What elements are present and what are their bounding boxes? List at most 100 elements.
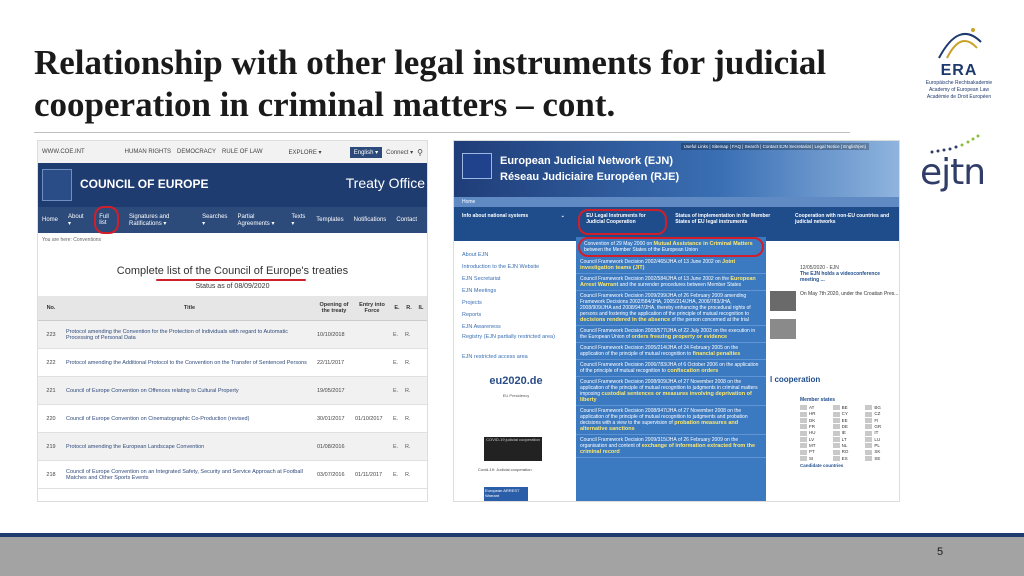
- member-flag[interactable]: PL: [865, 443, 898, 448]
- coe-nav-notifications[interactable]: Notifications: [354, 217, 387, 223]
- member-flag[interactable]: ES: [833, 456, 866, 461]
- member-flag[interactable]: GR: [865, 424, 898, 429]
- sidebar-item[interactable]: About EJN: [462, 249, 574, 261]
- row-r[interactable]: R.: [403, 460, 415, 489]
- member-flag[interactable]: CZ: [865, 411, 898, 416]
- instrument-item[interactable]: Council Framework Decision 2008/909/JHA …: [576, 377, 766, 406]
- row-title-link[interactable]: Protocol amending the European Landscape…: [64, 432, 315, 461]
- member-flag[interactable]: SK: [865, 449, 898, 454]
- coe-connect[interactable]: Connect ▾: [386, 149, 413, 156]
- row-title-link[interactable]: Protocol amending the Convention for the…: [64, 320, 315, 349]
- arrest-warrant-banner[interactable]: European ARREST Warrant: [484, 487, 528, 501]
- sidebar-item[interactable]: Projects: [462, 297, 574, 309]
- sidebar-item[interactable]: EJN restricted access area: [462, 351, 574, 363]
- row-e[interactable]: E.: [391, 404, 403, 433]
- member-flag[interactable]: LT: [833, 437, 866, 442]
- row-title-link[interactable]: Council of Europe Convention on Cinemato…: [64, 404, 315, 433]
- table-row: 219 Protocol amending the European Lands…: [38, 432, 427, 461]
- ejn-menu-national[interactable]: Info about national systems: [454, 207, 553, 241]
- coe-top-nav-1[interactable]: HUMAN RIGHTS: [125, 149, 171, 155]
- row-e[interactable]: E.: [391, 376, 403, 405]
- sidebar-item[interactable]: Introduction to the EJN Website: [462, 261, 574, 273]
- col-entry[interactable]: Entry into Force: [353, 296, 391, 321]
- coe-nav-templates[interactable]: Templates: [316, 217, 343, 223]
- coe-top-nav-4[interactable]: EXPLORE ▾: [288, 149, 321, 156]
- coe-nav-signatures[interactable]: Signatures and Ratifications ▾: [129, 214, 192, 227]
- coe-nav-home[interactable]: Home: [42, 217, 58, 223]
- coe-top-nav-3[interactable]: RULE OF LAW: [222, 149, 262, 155]
- sidebar-item[interactable]: Registry (EJN partially restricted area): [462, 333, 574, 351]
- coe-nav-searches[interactable]: Searches ▾: [202, 214, 227, 227]
- sidebar-item[interactable]: EJN Secretariat: [462, 273, 574, 285]
- row-opening: 03/07/2016: [315, 460, 353, 489]
- news-title-link[interactable]: The EJN holds a videoconference meeting …: [800, 271, 899, 283]
- row-e[interactable]: E.: [391, 348, 403, 377]
- coe-language-select[interactable]: English ▾: [349, 146, 383, 158]
- instrument-item[interactable]: Council Framework Decision 2009/315/JHA …: [576, 435, 766, 458]
- member-flag[interactable]: FI: [865, 418, 898, 423]
- member-flag[interactable]: CY: [833, 411, 866, 416]
- coe-nav-texts[interactable]: Texts ▾: [291, 214, 306, 227]
- member-flag[interactable]: EE: [833, 418, 866, 423]
- sidebar-item[interactable]: Reports: [462, 309, 574, 321]
- coe-nav-about[interactable]: About ▾: [68, 214, 84, 227]
- instrument-item[interactable]: Council Framework Decision 2005/214/JHA …: [576, 343, 766, 360]
- member-flag[interactable]: LV: [800, 437, 833, 442]
- ejn-top-links[interactable]: Useful Links | Sitemap | FAQ | Search | …: [680, 143, 869, 150]
- ejn-menu-cooperation[interactable]: Cooperation with non-EU countries and ju…: [787, 207, 899, 241]
- member-flag[interactable]: MT: [800, 443, 833, 448]
- eu2020-banner[interactable]: eu2020.de EU Presidency: [468, 375, 564, 411]
- news-snippet[interactable]: On May 7th 2020, under the Croatian Pres…: [800, 291, 899, 297]
- member-flag[interactable]: IE: [833, 430, 866, 435]
- col-title[interactable]: Title: [64, 296, 315, 321]
- ejn-menu-eu-instruments[interactable]: EU Legal Instruments for Judicial Cooper…: [578, 209, 668, 235]
- row-title-link[interactable]: Protocol amending the Additional Protoco…: [64, 348, 315, 377]
- sidebar-item[interactable]: EJN Awareness: [462, 321, 574, 333]
- coe-nav-partial[interactable]: Partial Agreements ▾: [237, 214, 281, 227]
- member-flag[interactable]: IT: [865, 430, 898, 435]
- member-flag[interactable]: HR: [800, 411, 833, 416]
- instrument-item[interactable]: Council Framework Decision 2006/783/JHA …: [576, 360, 766, 377]
- covid-banner[interactable]: COVID-19 judicial cooperation: [484, 437, 542, 461]
- coe-nav-contact[interactable]: Contact: [396, 217, 417, 223]
- col-opening[interactable]: Opening of the treaty: [315, 296, 353, 321]
- row-r[interactable]: R.: [403, 320, 415, 349]
- member-flag[interactable]: PT: [800, 449, 833, 454]
- member-flag[interactable]: SI: [800, 456, 833, 461]
- instrument-item[interactable]: Council Framework Decision 2009/299/JHA …: [576, 291, 766, 326]
- member-flag[interactable]: BG: [865, 405, 898, 410]
- row-r[interactable]: R.: [403, 404, 415, 433]
- row-title-link[interactable]: Council of Europe Convention on Offences…: [64, 376, 315, 405]
- ejn-menu-status[interactable]: Status of implementation in the Member S…: [667, 207, 787, 241]
- instrument-item[interactable]: Council Framework Decision 2002/584/JHA …: [576, 274, 766, 291]
- member-flag[interactable]: BE: [833, 405, 866, 410]
- instrument-item[interactable]: Council Framework Decision 2003/577/JHA …: [576, 326, 766, 343]
- member-flag[interactable]: LU: [865, 437, 898, 442]
- row-r[interactable]: R.: [403, 348, 415, 377]
- member-flag[interactable]: FR: [800, 424, 833, 429]
- row-r[interactable]: R.: [403, 376, 415, 405]
- coe-nav-full-list[interactable]: Full list: [94, 206, 120, 234]
- member-flag[interactable]: NL: [833, 443, 866, 448]
- row-title-link[interactable]: Council of Europe Convention on an Integ…: [64, 460, 315, 489]
- row-e[interactable]: E.: [391, 460, 403, 489]
- chevron-down-icon[interactable]: ⌄: [553, 207, 579, 241]
- member-flag[interactable]: DK: [800, 418, 833, 423]
- ejn-home-link[interactable]: Home: [454, 197, 899, 207]
- row-e[interactable]: E.: [391, 320, 403, 349]
- member-flag[interactable]: DE: [833, 424, 866, 429]
- coe-search-icon[interactable]: ⚲: [417, 148, 423, 157]
- member-flag[interactable]: SE: [865, 456, 898, 461]
- coe-top-bar: WWW.COE.INT HUMAN RIGHTS DEMOCRACY RULE …: [38, 141, 427, 163]
- member-flag[interactable]: AT: [800, 405, 833, 410]
- row-r[interactable]: R.: [403, 432, 415, 461]
- coe-top-nav-2[interactable]: DEMOCRACY: [177, 149, 216, 155]
- member-flag[interactable]: RO: [833, 449, 866, 454]
- instrument-item[interactable]: Convention of 29 May 2000 on Mutual Assi…: [578, 237, 764, 257]
- instrument-item[interactable]: Council Framework Decision 2008/947/JHA …: [576, 406, 766, 435]
- sidebar-item[interactable]: EJN Meetings: [462, 285, 574, 297]
- member-flag[interactable]: HU: [800, 430, 833, 435]
- instrument-item[interactable]: Council Framework Decision 2002/465/JHA …: [576, 257, 766, 274]
- row-e[interactable]: E.: [391, 432, 403, 461]
- col-no[interactable]: No.: [38, 296, 64, 321]
